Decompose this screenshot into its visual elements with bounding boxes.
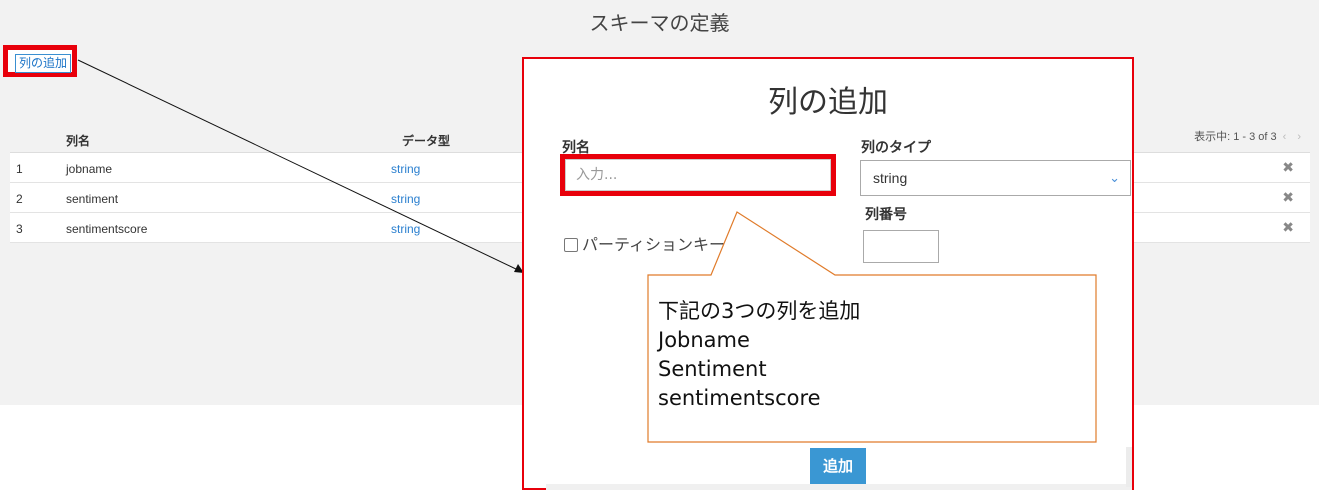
data-type-header: データ型 <box>402 134 451 148</box>
modal-title: 列の追加 <box>768 85 888 120</box>
column-number-label: 列番号 <box>865 207 907 223</box>
row-type-link[interactable]: string <box>391 222 420 236</box>
row-name: sentiment <box>66 192 119 206</box>
row-type-link[interactable]: string <box>391 192 420 206</box>
add-column-highlight: 列の追加 <box>3 45 77 77</box>
callout-line: Jobname <box>658 328 750 352</box>
row-type-link[interactable]: string <box>391 162 420 176</box>
page-title: スキーマの定義 <box>589 11 730 35</box>
delete-icon[interactable]: ✖ <box>1282 219 1294 236</box>
add-button[interactable]: 追加 <box>810 448 866 484</box>
chevron-down-icon: ⌄ <box>1109 170 1120 185</box>
partition-key-checkbox[interactable]: パーティションキー <box>564 231 725 255</box>
row-name: sentimentscore <box>66 222 148 236</box>
callout-line: Sentiment <box>658 357 767 381</box>
callout-bubble <box>647 211 1097 443</box>
column-type-label: 列のタイプ <box>861 140 931 156</box>
modal-footer <box>546 484 1132 490</box>
row-number: 3 <box>16 222 23 236</box>
column-number-input[interactable] <box>863 230 939 263</box>
callout-text: 下記の3つの列を追加 Jobname Sentiment sentimentsc… <box>658 297 860 413</box>
row-name: jobname <box>66 162 113 176</box>
delete-icon[interactable]: ✖ <box>1282 189 1294 206</box>
callout-line: 下記の3つの列を追加 <box>658 299 861 323</box>
column-name-highlight <box>560 154 836 196</box>
column-type-select[interactable]: string ⌄ <box>860 160 1131 196</box>
scrollbar[interactable] <box>1126 447 1132 487</box>
add-column-modal: 列の追加 列名 列のタイプ string ⌄ 列番号 パーティションキー 下記の… <box>522 57 1134 490</box>
add-column-button[interactable]: 列の追加 <box>15 54 71 73</box>
column-name-input[interactable] <box>565 159 831 191</box>
row-number: 2 <box>16 192 23 206</box>
row-number: 1 <box>16 162 23 176</box>
delete-icon[interactable]: ✖ <box>1282 159 1294 176</box>
column-type-value: string <box>873 170 908 186</box>
column-name-header: 列名 <box>66 134 91 148</box>
callout-line: sentimentscore <box>658 386 821 410</box>
partition-key-label: パーティションキー <box>582 235 726 254</box>
checkbox-icon[interactable] <box>564 238 578 252</box>
